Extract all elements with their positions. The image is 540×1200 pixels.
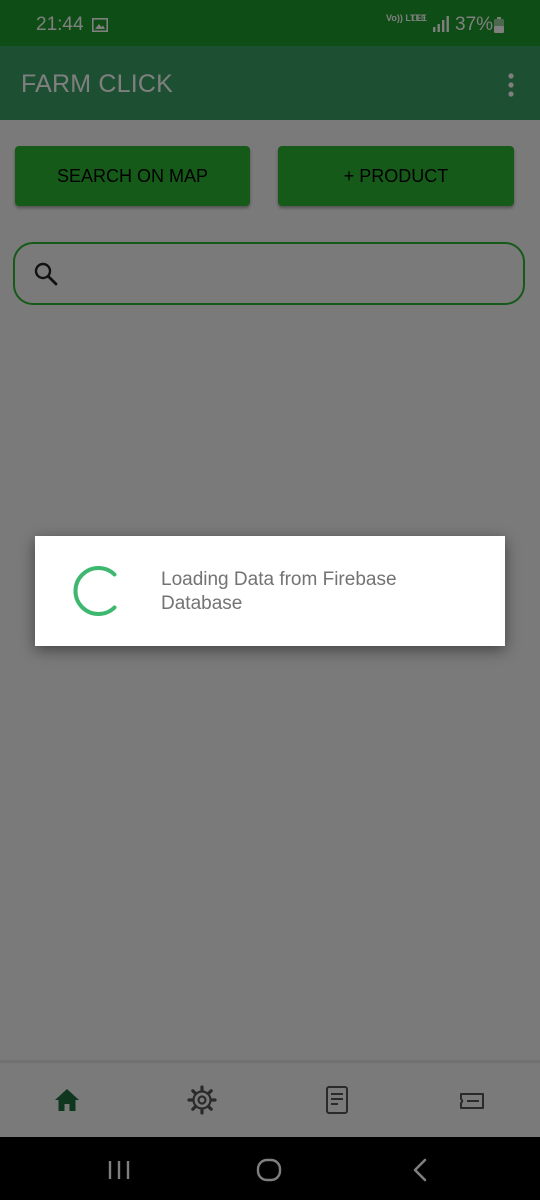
loading-spinner-icon xyxy=(73,566,117,616)
loading-message: Loading Data from Firebase Database xyxy=(161,569,397,614)
loading-dialog: Loading Data from Firebase Database xyxy=(35,536,505,646)
